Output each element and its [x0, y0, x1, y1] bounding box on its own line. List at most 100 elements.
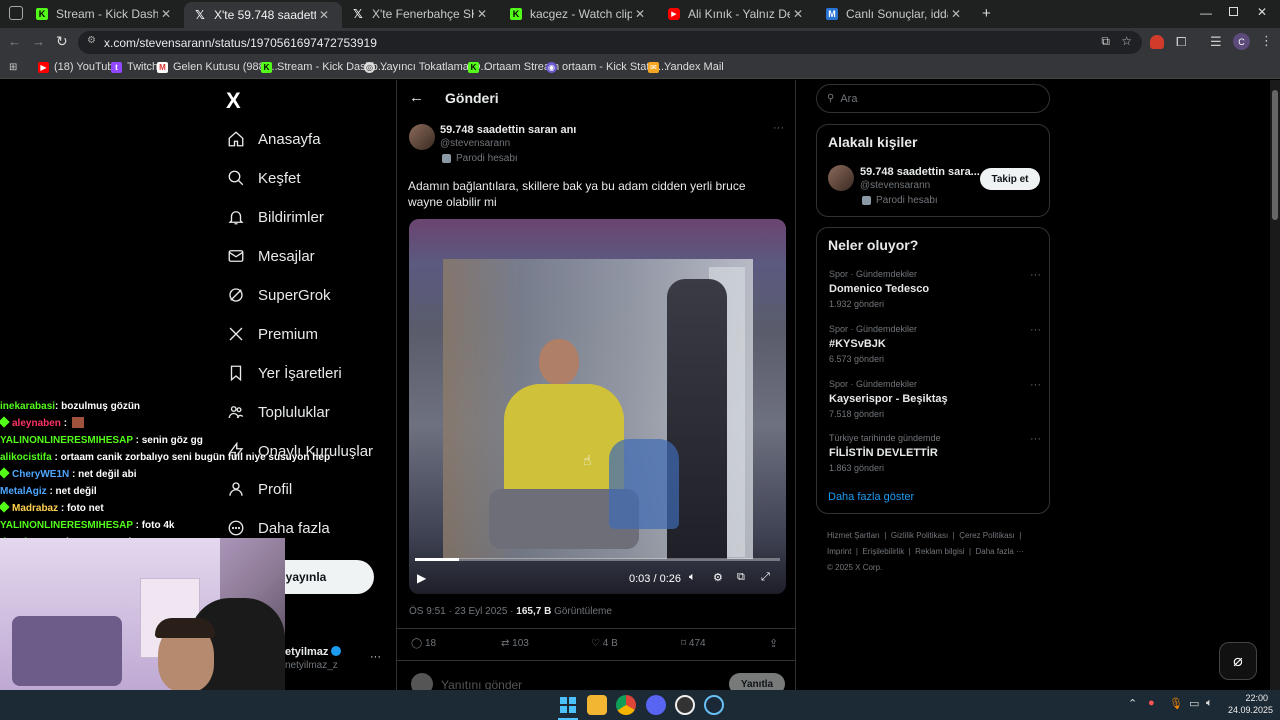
- back-icon[interactable]: ←: [8, 34, 21, 49]
- file-explorer-icon[interactable]: [587, 695, 607, 715]
- bookmark-yandex-mail[interactable]: ✉ Yandex Mail: [648, 61, 724, 73]
- maximize-icon[interactable]: [1229, 7, 1238, 16]
- obs-icon[interactable]: [675, 695, 695, 715]
- settings-icon[interactable]: ⚙: [713, 571, 723, 584]
- chat-username[interactable]: aleynaben: [12, 418, 61, 429]
- close-icon[interactable]: ✕: [316, 8, 332, 22]
- trend-item[interactable]: Spor · Gündemdekiler Kayserispor - Beşik…: [829, 379, 1041, 419]
- author-avatar[interactable]: [409, 124, 435, 150]
- microphone-icon[interactable]: 🎙︎: [1169, 697, 1183, 710]
- chat-username[interactable]: alikocistifa: [0, 452, 52, 463]
- browser-tab-2[interactable]: 𝕏 X'te 59.748 saadettin saran anı ✕: [184, 2, 342, 28]
- close-icon[interactable]: ✕: [158, 7, 174, 21]
- relevant-avatar[interactable]: [828, 165, 854, 191]
- video-player[interactable]: ☝ ▶ 0:03 / 0:26 🔈︎ ⚙ ⧉ ⤢: [409, 219, 786, 594]
- nav-notifications[interactable]: Bildirimler: [226, 207, 324, 227]
- browser-tab-6[interactable]: M Canlı Sonuçlar, iddaa sonuçları ✕: [816, 3, 974, 25]
- show-more-link[interactable]: Daha fazla göster: [828, 491, 914, 503]
- bookmark-youtube[interactable]: ▶ (18) YouTube: [38, 61, 120, 73]
- footer-link[interactable]: Erişilebilirlik: [862, 547, 904, 556]
- puzzle-icon[interactable]: ⧠: [1176, 34, 1186, 50]
- footer-link[interactable]: Reklam bilgisi: [915, 547, 964, 556]
- menu-icon[interactable]: ⋮: [1260, 33, 1273, 49]
- reload-icon[interactable]: ↻: [56, 33, 68, 50]
- discord-icon[interactable]: [646, 695, 666, 715]
- footer-link[interactable]: Hizmet Şartları: [827, 531, 880, 540]
- pip-icon[interactable]: ⧉: [737, 571, 745, 584]
- account-name[interactable]: etyilmaz: [285, 646, 342, 658]
- trend-more-icon[interactable]: ···: [1030, 379, 1041, 391]
- apps-icon[interactable]: ⊞: [9, 62, 17, 73]
- share-icon[interactable]: ⇪: [769, 637, 778, 650]
- trend-item[interactable]: Spor · Gündemdekiler Domenico Tedesco 1.…: [829, 269, 1041, 309]
- page-scrollbar[interactable]: [1270, 80, 1280, 690]
- relevant-name[interactable]: 59.748 saadettin sara...: [860, 166, 980, 178]
- account-more-icon[interactable]: ···: [370, 651, 381, 663]
- chat-username[interactable]: MetalAgiz: [0, 486, 47, 497]
- bookmark-gmail[interactable]: M Gelen Kutusu (988)...: [157, 61, 278, 73]
- footer-link[interactable]: Daha fazla ···: [976, 547, 1024, 556]
- scrollbar-thumb[interactable]: [1272, 90, 1278, 220]
- search-input[interactable]: Ara: [840, 93, 857, 105]
- author-name[interactable]: 59.748 saadettin saran anı: [440, 124, 576, 136]
- chat-username[interactable]: YALINONLINERESMIHESAP: [0, 435, 133, 446]
- trend-more-icon[interactable]: ···: [1030, 324, 1041, 336]
- trend-more-icon[interactable]: ···: [1030, 269, 1041, 281]
- browser-tab-5[interactable]: ▶ Ali Kınık - Yalnız Değilsin - YouT ✕: [658, 3, 816, 25]
- nav-bookmarks[interactable]: Yer İşaretleri: [226, 363, 342, 383]
- bookmark-action[interactable]: ⌑ 474: [681, 638, 706, 649]
- chrome-icon[interactable]: [616, 695, 636, 715]
- chat-username[interactable]: YALINONLINERESMIHESAP: [0, 520, 133, 531]
- chat-username[interactable]: inekarabasi: [0, 401, 55, 412]
- trend-item[interactable]: Spor · Gündemdekiler #KYSvBJK 6.573 gönd…: [829, 324, 1041, 364]
- close-icon[interactable]: ✕: [790, 7, 806, 21]
- window-close-icon[interactable]: ✕: [1257, 5, 1267, 19]
- nav-messages[interactable]: Mesajlar: [226, 246, 315, 266]
- play-icon[interactable]: ▶: [417, 571, 426, 585]
- extension-icon[interactable]: [1150, 35, 1164, 49]
- browser-tab-1[interactable]: K Stream - Kick Dashboard ✕: [26, 3, 184, 25]
- nav-explore[interactable]: Keşfet: [226, 168, 301, 188]
- footer-link[interactable]: Imprint: [827, 547, 851, 556]
- url-field[interactable]: ⚙ x.com/stevensarann/status/197056169747…: [78, 31, 1142, 54]
- chat-username[interactable]: CheryWE1N: [12, 469, 69, 480]
- reply-input[interactable]: Yanıtını gönder: [441, 678, 522, 690]
- fullscreen-icon[interactable]: ⤢: [761, 571, 770, 584]
- post-more-icon[interactable]: ···: [773, 122, 784, 134]
- steam-icon[interactable]: [704, 695, 724, 715]
- nav-home[interactable]: Anasayfa: [226, 129, 321, 149]
- bookmark-twitch[interactable]: t Twitch: [111, 61, 158, 73]
- close-icon[interactable]: ✕: [632, 7, 648, 21]
- network-icon[interactable]: ▭: [1189, 697, 1199, 710]
- like-action[interactable]: ♡ 4 B: [591, 638, 618, 649]
- tray-app-icon[interactable]: ●: [1148, 697, 1155, 709]
- media-icon[interactable]: ☰: [1210, 34, 1222, 50]
- speaker-icon[interactable]: 🔈︎: [1206, 697, 1213, 710]
- browser-tab-4[interactable]: K kacgez - Watch clips on Kick ✕: [500, 3, 658, 25]
- reply-action[interactable]: ◯ 18: [411, 638, 436, 649]
- minimize-icon[interactable]: —: [1200, 6, 1212, 20]
- video-progress-track[interactable]: [415, 558, 780, 561]
- star-icon[interactable]: ☆: [1121, 34, 1132, 48]
- x-logo[interactable]: X: [226, 88, 241, 114]
- site-info-icon[interactable]: ⚙: [87, 35, 96, 46]
- forward-icon[interactable]: →: [32, 34, 45, 49]
- follow-button[interactable]: Takip et: [980, 168, 1040, 190]
- trend-more-icon[interactable]: ···: [1030, 433, 1041, 445]
- footer-link[interactable]: Çerez Politikası: [959, 531, 1015, 540]
- tab-search-icon[interactable]: [9, 6, 23, 20]
- footer-link[interactable]: Gizlilik Politikası: [891, 531, 948, 540]
- author-handle[interactable]: @stevensarann: [440, 138, 510, 149]
- reply-button[interactable]: Yanıtla: [729, 673, 785, 690]
- tray-chevron-icon[interactable]: ⌃: [1128, 697, 1137, 710]
- start-button[interactable]: [558, 695, 578, 715]
- volume-icon[interactable]: 🔈︎: [689, 571, 696, 584]
- new-tab-button[interactable]: +: [982, 5, 991, 22]
- back-arrow-icon[interactable]: ←: [409, 89, 424, 106]
- install-icon[interactable]: ⧉: [1101, 34, 1110, 49]
- clock-time[interactable]: 22:00: [1228, 693, 1268, 703]
- browser-tab-3[interactable]: 𝕏 X'te Fenerbahçe SK: "📋 Dinam ✕: [342, 3, 500, 25]
- trend-item[interactable]: Türkiye tarihinde gündemde FİLİSTİN DEVL…: [829, 433, 1041, 473]
- grok-floating-button[interactable]: ⌀: [1219, 642, 1257, 680]
- close-icon[interactable]: ✕: [474, 7, 490, 21]
